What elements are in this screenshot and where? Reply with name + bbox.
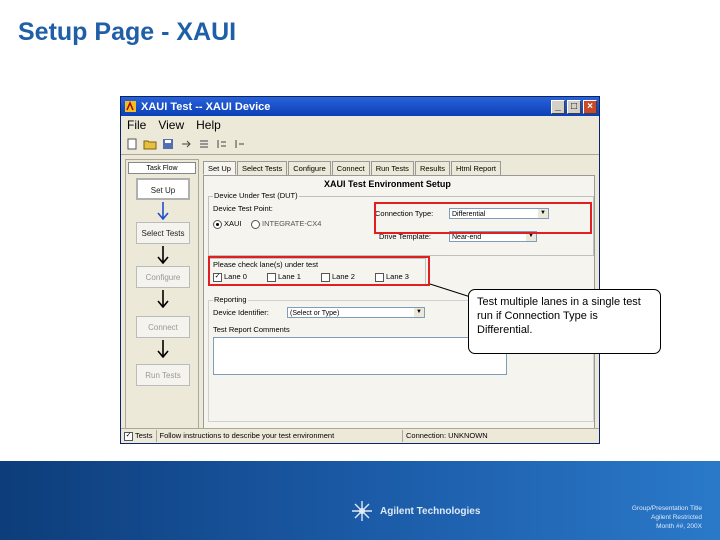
footer-line-3: Month ##, 200X [656,523,702,530]
callout-pointer [429,283,481,301]
footer-info: Group/Presentation Title Agilent Restric… [632,504,702,531]
agilent-spark-icon [352,501,372,521]
callout-note: Test multiple lanes in a single test run… [468,289,661,354]
agilent-brand: Agilent Technologies [380,505,481,517]
footer-line-2: Agilent Restricted [651,514,702,521]
footer-band: Agilent Technologies Group/Presentation … [0,461,720,540]
footer-line-1: Group/Presentation Title [631,505,702,512]
agilent-logo: Agilent Technologies [350,499,480,523]
